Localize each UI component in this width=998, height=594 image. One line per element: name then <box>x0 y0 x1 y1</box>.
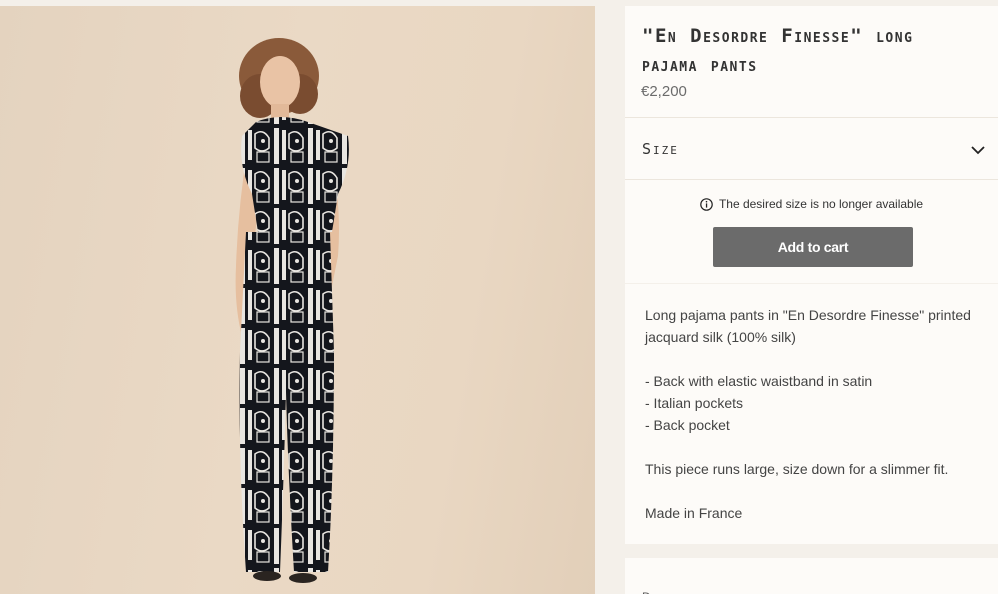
add-to-cart-button[interactable]: Add to cart <box>713 227 913 267</box>
feature-item: - Italian pockets <box>645 395 744 411</box>
size-selector[interactable]: Size <box>625 118 998 180</box>
size-label: Size <box>642 140 679 158</box>
product-info-panel: "En Desordre Finesse" long pajama pants … <box>625 6 998 283</box>
feature-item: - Back pocket <box>645 417 730 433</box>
product-description: Long pajama pants in "En Desordre Finess… <box>645 304 985 524</box>
origin-note: Made in France <box>645 505 743 521</box>
info-icon <box>700 198 713 211</box>
feature-item: - Back with elastic waistband in satin <box>645 373 873 389</box>
description-panel: Long pajama pants in "En Desordre Finess… <box>625 284 998 544</box>
next-panel[interactable]: D <box>625 558 998 594</box>
fit-note: This piece runs large, size down for a s… <box>645 461 949 477</box>
next-panel-text: D <box>642 590 651 594</box>
model-illustration <box>235 38 349 583</box>
product-photo[interactable] <box>0 6 595 594</box>
description-intro: Long pajama pants in "En Desordre Finess… <box>645 307 971 345</box>
availability-notice: The desired size is no longer available <box>625 197 998 211</box>
availability-message: The desired size is no longer available <box>718 197 924 211</box>
product-price: €2,200 <box>641 83 687 100</box>
chevron-down-icon <box>971 146 985 155</box>
divider <box>625 179 998 180</box>
product-title: "En Desordre Finesse" long pajama pants <box>642 25 914 76</box>
